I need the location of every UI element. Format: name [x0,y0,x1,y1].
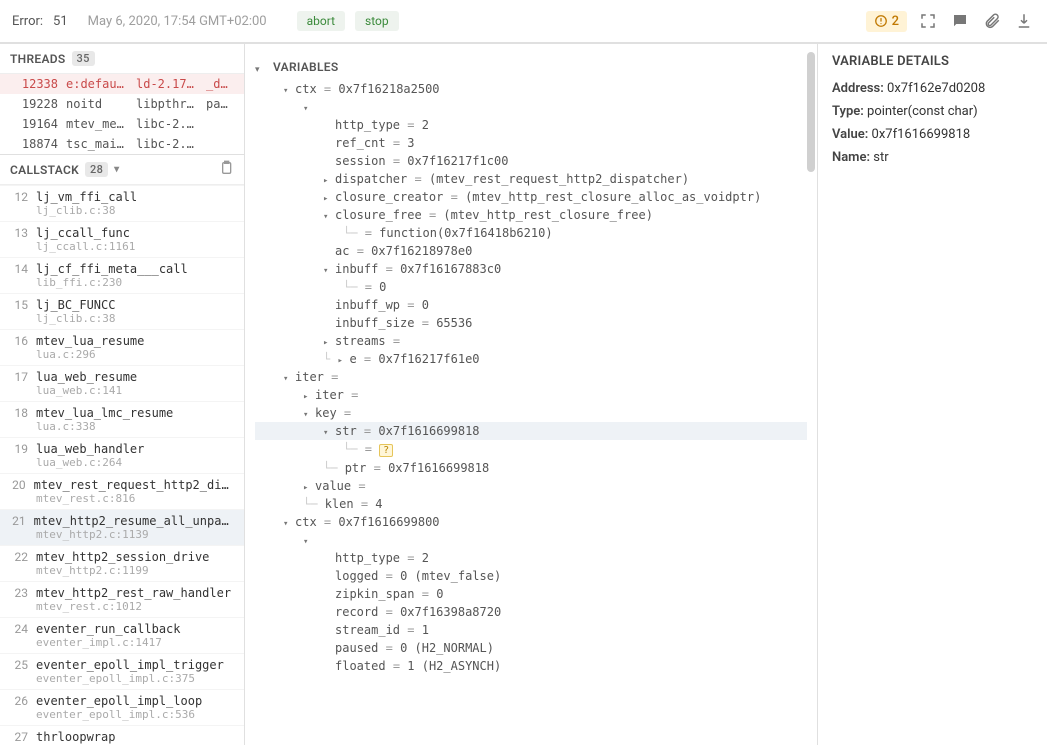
callstack-list[interactable]: 12lj_vm_ffi_calllj_clib.c:3813lj_ccall_f… [0,185,244,745]
variable-node[interactable]: └─ klen = 4 [255,495,807,513]
stack-frame[interactable]: 18mtev_lua_lmc_resumelua.c:338 [0,401,244,437]
threads-count: 35 [72,51,95,66]
variable-node[interactable]: ▾inbuff = 0x7f16167883c0 [255,260,807,278]
threads-title: THREADS [10,52,66,66]
variable-node[interactable]: stream_id = 1 [255,621,807,639]
variable-node[interactable]: ▸closure_creator = (mtev_http_rest_closu… [255,188,807,206]
error-date: May 6, 2020, 17:54 GMT+02:00 [88,14,267,29]
threads-header[interactable]: THREADS 35 [0,44,244,74]
stack-frame[interactable]: 14lj_cf_ffi_meta___calllib_ffi.c:230 [0,257,244,293]
variable-node[interactable]: ▾ [255,98,807,116]
abort-button[interactable]: abort [297,11,345,31]
variables-panel: ▾ VARIABLES ▾ctx = 0x7f16218a2500▾http_t… [245,44,817,745]
variable-node[interactable]: ▸iter = [255,386,807,404]
stop-button[interactable]: stop [355,11,399,31]
variable-node[interactable]: ▾ [255,531,807,549]
details-title: VARIABLE DETAILS [832,54,1033,69]
variable-node[interactable]: paused = 0 (H2_NORMAL) [255,639,807,657]
detail-address: Address: 0x7f162e7d0208 [832,81,1033,96]
variable-node[interactable]: logged = 0 (mtev_false) [255,567,807,585]
attachment-icon[interactable] [981,10,1003,32]
variable-node[interactable]: └─ = 0 [255,278,807,296]
scrollbar[interactable] [807,52,815,737]
variable-node[interactable]: └ ▸e = 0x7f16217f61e0 [255,350,807,368]
clipboard-icon[interactable] [218,160,234,179]
stack-frame[interactable]: 20mtev_rest_request_http2_dispatc…mtev_r… [0,473,244,509]
chevron-down-icon[interactable]: ▾ [255,65,265,75]
stack-frame[interactable]: 27thrloopwrapeventer_impl.c:716 [0,725,244,745]
stack-frame[interactable]: 16mtev_lua_resumelua.c:296 [0,329,244,365]
stack-frame[interactable]: 17lua_web_resumelua_web.c:141 [0,365,244,401]
chat-icon[interactable] [949,10,971,32]
fullscreen-icon[interactable] [917,10,939,32]
variable-node[interactable]: └─ = ? [255,440,807,459]
chevron-down-icon[interactable]: ▾ [114,164,128,175]
stack-frame[interactable]: 19lua_web_handlerlua_web.c:264 [0,437,244,473]
variables-title: VARIABLES [273,60,338,74]
variable-node[interactable]: zipkin_span = 0 [255,585,807,603]
detail-name: Name: str [832,150,1033,165]
variable-node[interactable]: ▸value = [255,477,807,495]
callstack-header[interactable]: CALLSTACK 28 ▾ [0,155,244,185]
callstack-title: CALLSTACK [10,163,79,177]
stack-frame[interactable]: 26eventer_epoll_impl_loopeventer_epoll_i… [0,689,244,725]
left-column: THREADS 35 12338e:defau…ld-2.17…_dl_fix…… [0,44,245,745]
stack-frame[interactable]: 12lj_vm_ffi_calllj_clib.c:38 [0,185,244,221]
variable-node[interactable]: http_type = 2 [255,549,807,567]
download-icon[interactable] [1013,10,1035,32]
variable-node[interactable]: ▾str = 0x7f1616699818 [255,422,807,440]
variable-node[interactable]: ▾closure_free = (mtev_http_rest_closure_… [255,206,807,224]
stack-frame[interactable]: 15lj_BC_FUNCClj_clib.c:38 [0,293,244,329]
variables-tree[interactable]: ▾ctx = 0x7f16218a2500▾http_type = 2ref_c… [255,80,807,675]
variable-details-panel: VARIABLE DETAILS Address: 0x7f162e7d0208… [817,44,1047,745]
stack-frame[interactable]: 13lj_ccall_funclj_ccall.c:1161 [0,221,244,257]
error-number: 51 [53,14,68,29]
toolbar: Error: 51 May 6, 2020, 17:54 GMT+02:00 a… [0,0,1047,44]
stack-frame[interactable]: 22mtev_http2_session_drivemtev_http2.c:1… [0,545,244,581]
variables-header[interactable]: ▾ VARIABLES [255,60,807,80]
variable-node[interactable]: record = 0x7f16398a8720 [255,603,807,621]
variable-node[interactable]: inbuff_wp = 0 [255,296,807,314]
thread-row[interactable]: 19164mtev_me…libc-2.… [0,114,244,134]
error-label: Error: [12,14,43,29]
warning-badge[interactable]: 2 [866,11,907,32]
variable-node[interactable]: ▸dispatcher = (mtev_rest_request_http2_d… [255,170,807,188]
stack-frame[interactable]: 23mtev_http2_rest_raw_handlermtev_rest.c… [0,581,244,617]
detail-type: Type: pointer(const char) [832,104,1033,119]
callstack-count: 28 [85,162,108,177]
detail-value: Value: 0x7f1616699818 [832,127,1033,142]
variable-node[interactable]: ▾key = [255,404,807,422]
variable-node[interactable]: ac = 0x7f16218978e0 [255,242,807,260]
variable-node[interactable]: └─ = function(0x7f16418b6210) [255,224,807,242]
variable-node[interactable]: http_type = 2 [255,116,807,134]
warning-count: 2 [892,14,899,29]
main-layout: THREADS 35 12338e:defau…ld-2.17…_dl_fix…… [0,44,1047,745]
variable-node[interactable]: floated = 1 (H2_ASYNCH) [255,657,807,675]
thread-row[interactable]: 12338e:defau…ld-2.17…_dl_fix… [0,74,244,94]
variable-node[interactable]: ref_cnt = 3 [255,134,807,152]
thread-row[interactable]: 18874tsc_mai…libc-2.… [0,134,244,154]
variable-node[interactable]: ▾ctx = 0x7f1616699800 [255,513,807,531]
scrollbar-thumb[interactable] [807,52,815,172]
variable-node[interactable]: ▾iter = [255,368,807,386]
threads-list: 12338e:defau…ld-2.17…_dl_fix…19228noitdl… [0,74,244,155]
variable-node[interactable]: inbuff_size = 65536 [255,314,807,332]
stack-frame[interactable]: 24eventer_run_callbackeventer_impl.c:141… [0,617,244,653]
variable-node[interactable]: session = 0x7f16217f1c00 [255,152,807,170]
thread-row[interactable]: 19228noitdlibpthr…pause [0,94,244,114]
variable-node[interactable]: └─ ptr = 0x7f1616699818 [255,459,807,477]
variable-node[interactable]: ▸streams = [255,332,807,350]
warning-icon [874,14,888,28]
variable-node[interactable]: ▾ctx = 0x7f16218a2500 [255,80,807,98]
stack-frame[interactable]: 21mtev_http2_resume_all_unpaused_…mtev_h… [0,509,244,545]
stack-frame[interactable]: 25eventer_epoll_impl_triggereventer_epol… [0,653,244,689]
